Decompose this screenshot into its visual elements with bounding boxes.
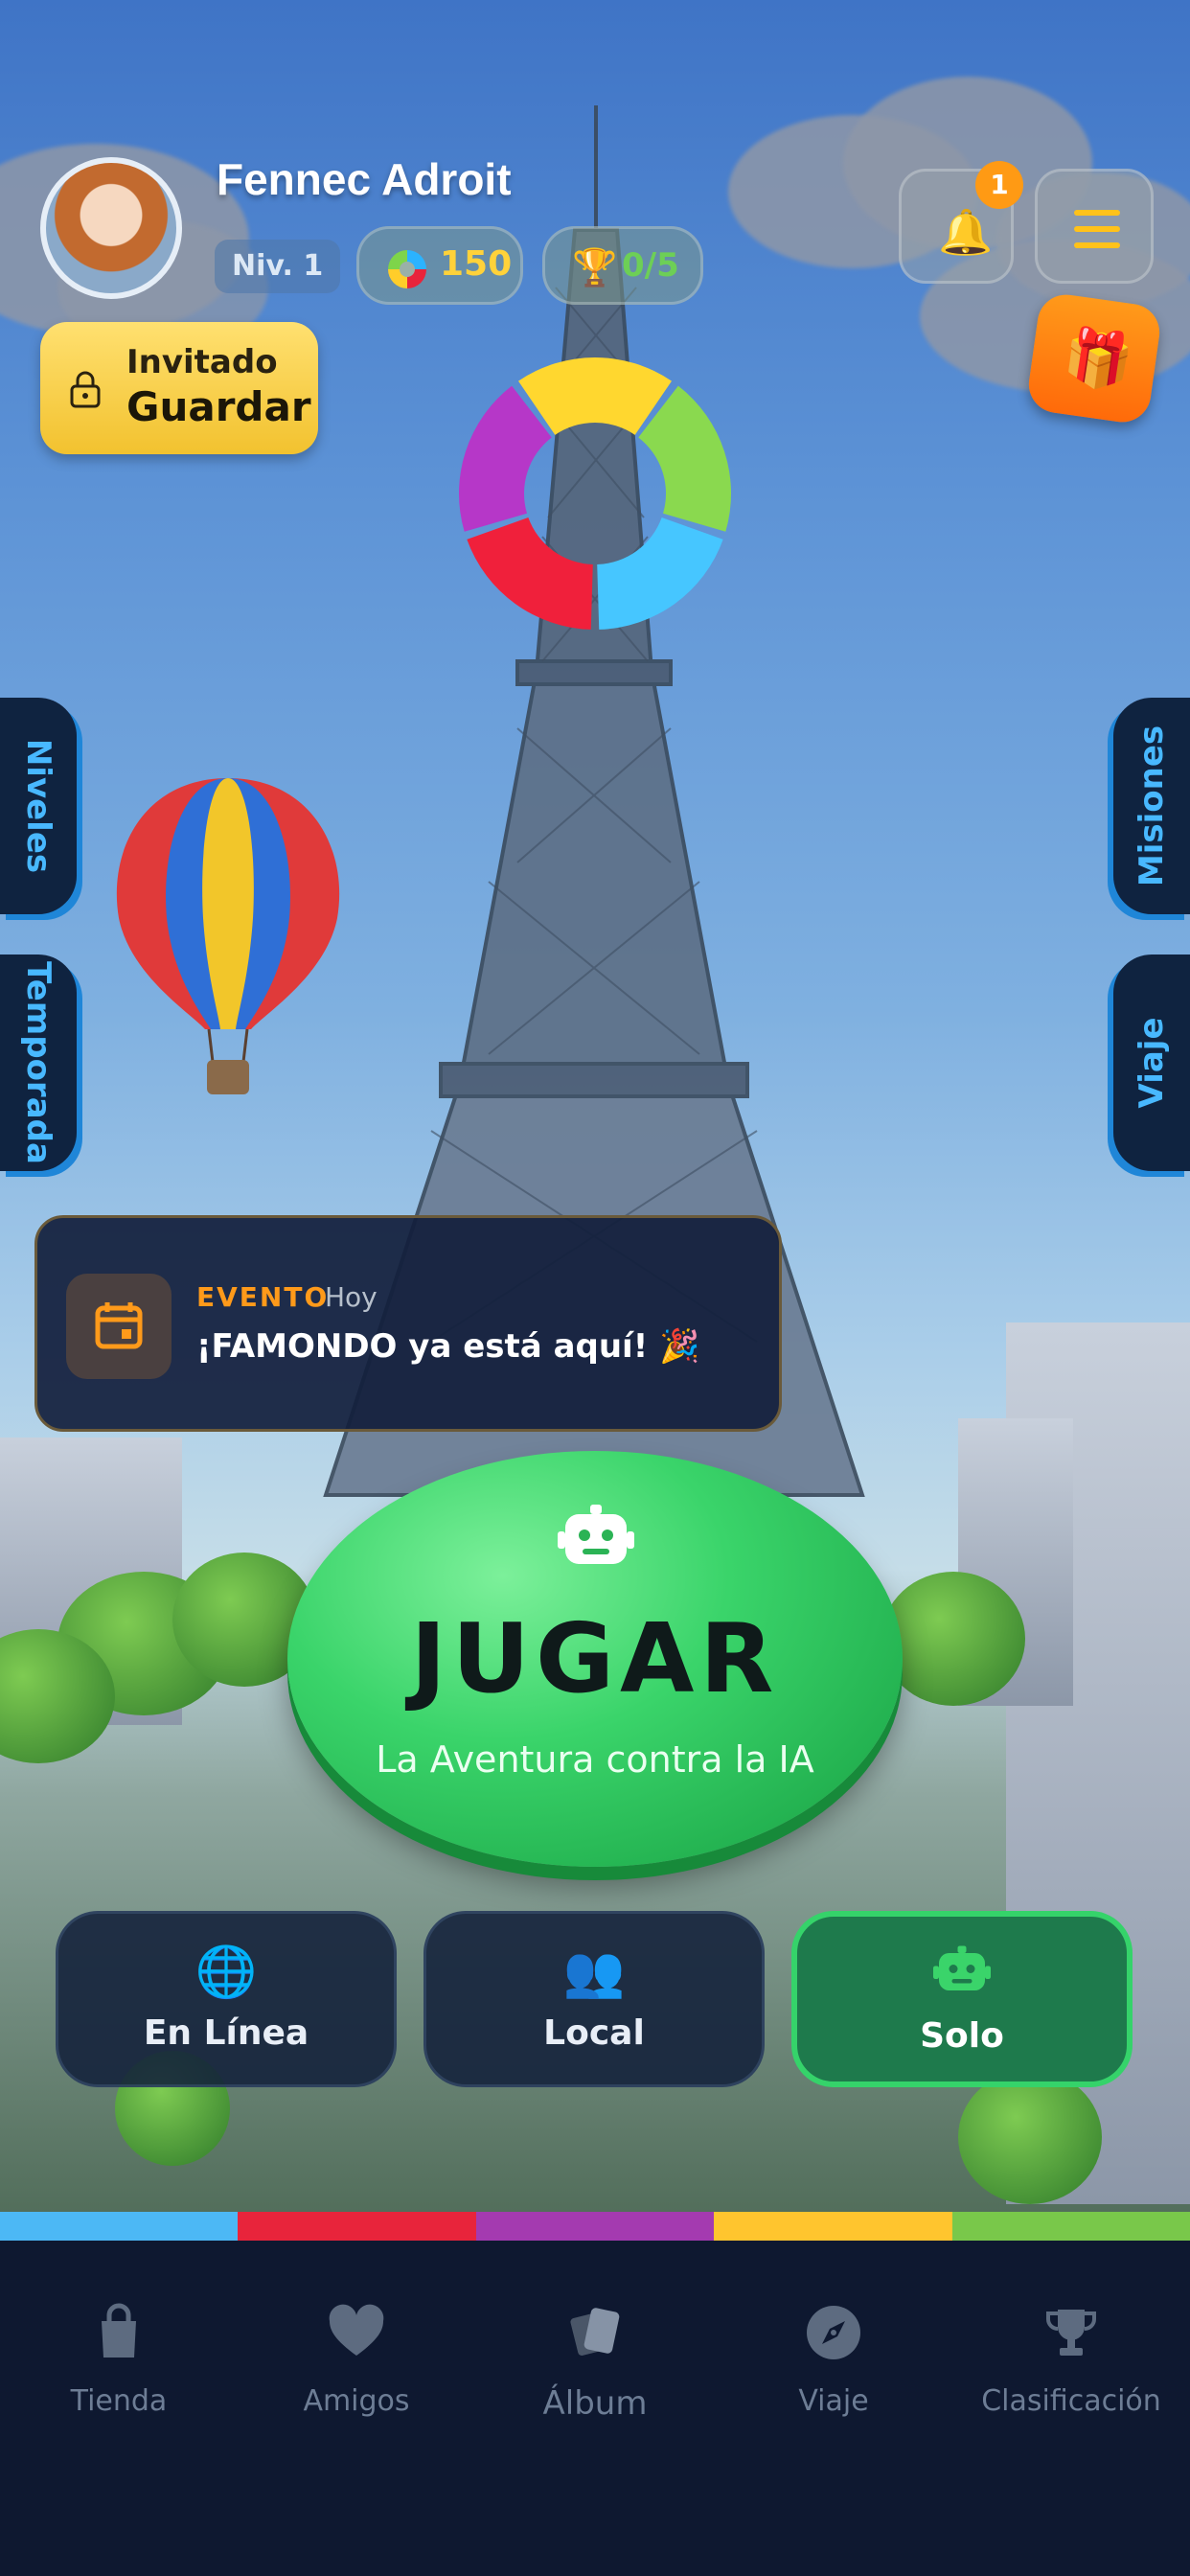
trophy-icon: 🏆 bbox=[572, 246, 618, 288]
color-wheel[interactable] bbox=[456, 355, 734, 632]
bell-icon: 🔔 bbox=[938, 206, 994, 258]
coin-balance[interactable]: 150 bbox=[356, 226, 523, 305]
side-tab-niveles[interactable]: Niveles bbox=[0, 698, 77, 914]
cards-icon bbox=[570, 2308, 620, 2356]
side-tab-temporada[interactable]: Temporada bbox=[0, 954, 77, 1171]
mode-online-button[interactable]: 🌐 En Línea bbox=[56, 1911, 397, 2087]
color-coin-icon bbox=[388, 250, 426, 288]
nav-tienda[interactable]: Tienda bbox=[0, 2302, 238, 2474]
nav-clasificacion[interactable]: Clasificación bbox=[952, 2302, 1190, 2474]
nav-album[interactable]: Álbum bbox=[476, 2302, 714, 2474]
side-tab-misiones[interactable]: Misiones bbox=[1113, 698, 1190, 914]
trophy-progress[interactable]: 🏆 0/5 bbox=[542, 226, 703, 305]
event-tag: EVENTO bbox=[196, 1281, 330, 1313]
level-badge: Niv. 1 bbox=[215, 240, 341, 293]
heart-icon bbox=[329, 2304, 384, 2356]
gift-button[interactable]: 🎁 bbox=[1024, 290, 1164, 426]
lock-icon bbox=[70, 371, 101, 408]
play-title: JUGAR bbox=[410, 1602, 780, 1714]
save-label: Guardar bbox=[126, 383, 311, 430]
username: Fennec Adroit bbox=[217, 154, 512, 204]
wheel-segment bbox=[467, 517, 593, 630]
bottom-navigation: Tienda Amigos Álbum Viaje Clasificación bbox=[0, 2241, 1190, 2576]
wheel-segment bbox=[597, 517, 723, 630]
play-subtitle: La Aventura contra la IA bbox=[376, 1738, 814, 1781]
robot-icon bbox=[933, 1945, 991, 2008]
hamburger-icon bbox=[1074, 210, 1120, 216]
play-button[interactable]: JUGAR La Aventura contra la IA bbox=[287, 1451, 903, 1867]
hot-air-balloon bbox=[116, 778, 340, 1094]
calendar-icon bbox=[66, 1274, 172, 1379]
wheel-segment bbox=[518, 357, 672, 435]
trophy-icon bbox=[1046, 2310, 1096, 2356]
guest-save-button[interactable]: Invitado Guardar bbox=[40, 322, 318, 454]
notification-badge: 1 bbox=[975, 161, 1023, 209]
event-message: ¡FAMONDO ya está aquí! 🎉 bbox=[196, 1327, 700, 1366]
side-tab-viaje[interactable]: Viaje bbox=[1113, 954, 1190, 1171]
mode-solo-button[interactable]: Solo bbox=[791, 1911, 1133, 2087]
nav-viaje[interactable]: Viaje bbox=[715, 2302, 952, 2474]
shopping-bag-icon bbox=[102, 2303, 136, 2358]
guest-label: Invitado bbox=[126, 343, 278, 381]
people-icon: 👥 bbox=[562, 1944, 626, 2001]
compass-icon bbox=[807, 2306, 860, 2359]
robot-icon bbox=[558, 1505, 634, 1564]
gift-icon: 🎁 bbox=[1059, 321, 1137, 397]
color-stripe bbox=[0, 2212, 1190, 2241]
mode-local-button[interactable]: 👥 Local bbox=[423, 1911, 765, 2087]
coin-value: 150 bbox=[440, 244, 513, 284]
event-banner[interactable]: EVENTO Hoy ¡FAMONDO ya está aquí! 🎉 bbox=[34, 1215, 782, 1432]
event-date: Hoy bbox=[325, 1281, 378, 1313]
avatar[interactable] bbox=[40, 157, 182, 299]
globe-icon: 🌐 bbox=[195, 1944, 258, 2001]
trophy-value: 0/5 bbox=[622, 246, 679, 285]
menu-button[interactable] bbox=[1035, 169, 1154, 284]
nav-amigos[interactable]: Amigos bbox=[238, 2302, 475, 2474]
